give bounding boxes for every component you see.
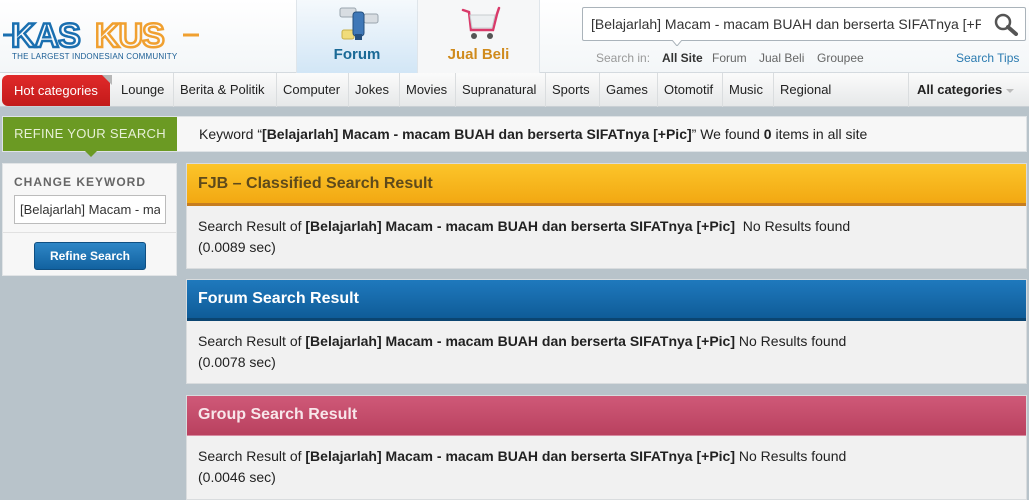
scope-forum[interactable]: Forum [712, 51, 747, 65]
result-count: 0 [763, 126, 772, 142]
keyword-prefix: Keyword “ [199, 126, 263, 142]
search-input[interactable] [591, 8, 981, 40]
result-time: (0.0046 sec) [198, 469, 276, 485]
search-icon[interactable] [993, 12, 1019, 36]
tab-forum[interactable]: Forum [296, 0, 418, 73]
hot-categories-button[interactable]: Hot categories [2, 75, 112, 106]
nav-item-jokes[interactable]: Jokes [348, 73, 395, 107]
scope-pointer-icon [672, 40, 682, 46]
scope-groupee[interactable]: Groupee [817, 51, 864, 65]
refine-bar: REFINE YOUR SEARCH Keyword “[Belajarlah]… [2, 116, 1027, 157]
tab-jual-beli-label: Jual Beli [447, 46, 510, 63]
refine-arrow-icon [85, 151, 97, 157]
refine-your-search-label: REFINE YOUR SEARCH [3, 117, 177, 151]
forum-result-panel: Forum Search Result Search Result of [Be… [186, 279, 1027, 384]
tab-jual-beli[interactable]: Jual Beli [418, 0, 540, 73]
result-time: (0.0089 sec) [198, 239, 276, 255]
nav-item-regional[interactable]: Regional [773, 73, 837, 107]
tab-forum-label: Forum [333, 46, 381, 63]
nav-item-sports[interactable]: Sports [545, 73, 596, 107]
scope-jual-beli[interactable]: Jual Beli [759, 51, 804, 65]
fjb-result-title: FJB – Classified Search Result [187, 164, 1026, 206]
nav-item-berita-politik[interactable]: Berita & Politik [173, 73, 271, 107]
keyword-summary: Keyword “[Belajarlah] Macam - macam BUAH… [199, 117, 867, 151]
forum-icon [339, 7, 379, 40]
found-prefix: ” We found [691, 126, 764, 142]
svg-text:KUS: KUS [95, 17, 164, 52]
found-suffix: items in all site [771, 126, 868, 142]
shopping-cart-icon [461, 6, 501, 39]
change-keyword-input[interactable] [14, 195, 166, 224]
nav-item-lounge[interactable]: Lounge [115, 73, 170, 107]
search-tips-link[interactable]: Search Tips [956, 51, 1019, 65]
result-status: No Results found [735, 218, 851, 234]
group-result-panel: Group Search Result Search Result of [Be… [186, 395, 1027, 500]
page-fold-icon [102, 75, 112, 85]
nav-item-movies[interactable]: Movies [399, 73, 453, 107]
change-keyword-panel: CHANGE KEYWORD Refine Search [2, 163, 177, 276]
result-keyword: [Belajarlah] Macam - macam BUAH dan bers… [305, 218, 735, 234]
nav-item-games[interactable]: Games [599, 73, 654, 107]
svg-text:KAS: KAS [11, 17, 80, 52]
hot-categories-label: Hot categories [14, 83, 98, 98]
fjb-result-panel: FJB – Classified Search Result Search Re… [186, 163, 1027, 269]
all-categories-label: All categories [917, 82, 1003, 97]
fjb-result-body: Search Result of [Belajarlah] Macam - ma… [187, 206, 1026, 268]
nav-item-supranatural[interactable]: Supranatural [455, 73, 542, 107]
group-result-body: Search Result of [Belajarlah] Macam - ma… [187, 436, 1026, 498]
chevron-down-icon [1006, 88, 1015, 93]
all-categories-dropdown[interactable]: All categories [908, 73, 1029, 107]
logo-tagline: THE LARGEST INDONESIAN COMMUNITY [12, 52, 178, 61]
nav-item-computer[interactable]: Computer [276, 73, 346, 107]
result-keyword: [Belajarlah] Macam - macam BUAH dan bers… [305, 333, 735, 349]
search-in-label: Search in: [596, 51, 651, 65]
result-prefix: Search Result of [198, 448, 306, 464]
result-status: No Results found [735, 333, 847, 349]
group-result-title: Group Search Result [187, 396, 1026, 436]
search-box [582, 7, 1026, 41]
site-header: KAS KUS THE LARGEST INDONESIAN COMMUNITY… [0, 0, 1029, 73]
change-keyword-title: CHANGE KEYWORD [14, 175, 147, 189]
refine-search-button[interactable]: Refine Search [34, 242, 146, 270]
result-keyword: [Belajarlah] Macam - macam BUAH dan bers… [305, 448, 735, 464]
nav-item-otomotif[interactable]: Otomotif [657, 73, 719, 107]
result-time: (0.0078 sec) [198, 354, 276, 370]
result-prefix: Search Result of [198, 218, 306, 234]
keyword-text: [Belajarlah] Macam - macam BUAH dan bers… [262, 126, 692, 142]
category-nav: Hot categories Lounge Berita & Politik C… [0, 73, 1029, 107]
kaskus-logo-icon: KAS KUS [3, 16, 199, 52]
divider [3, 232, 176, 233]
nav-item-music[interactable]: Music [722, 73, 769, 107]
scope-all-site[interactable]: All Site [662, 51, 703, 65]
result-prefix: Search Result of [198, 333, 306, 349]
forum-result-title: Forum Search Result [187, 280, 1026, 321]
forum-result-body: Search Result of [Belajarlah] Macam - ma… [187, 321, 1026, 383]
result-status: No Results found [735, 448, 847, 464]
